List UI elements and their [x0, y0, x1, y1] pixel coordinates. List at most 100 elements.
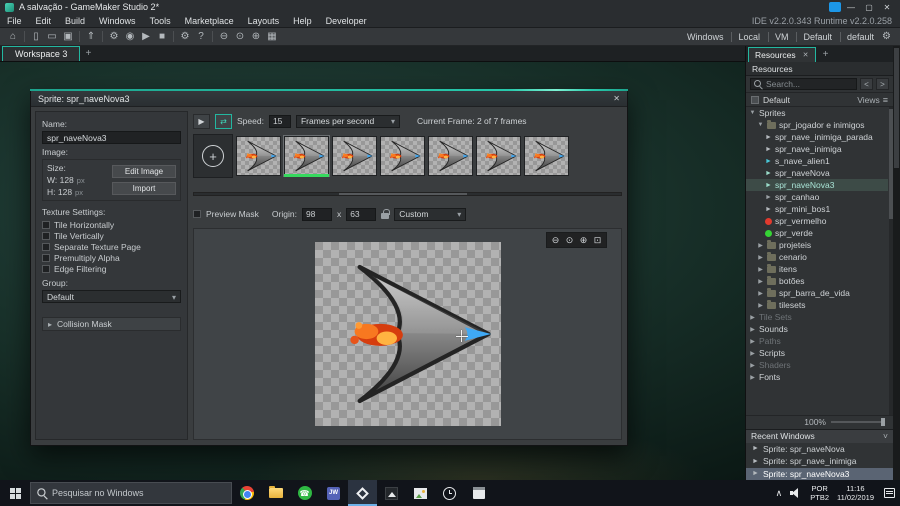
recent-window-sprite-spr-navenova3[interactable]: ► Sprite: spr_naveNova3: [746, 467, 893, 480]
lock-icon[interactable]: [381, 209, 390, 219]
tree-zoom-slider[interactable]: [831, 418, 885, 426]
clock-icon[interactable]: [435, 480, 464, 506]
tree-item-s-nave-alien1[interactable]: ► s_nave_alien1: [746, 155, 888, 167]
chevron-right-icon[interactable]: ▶: [757, 266, 764, 273]
menu-build[interactable]: Build: [58, 16, 92, 26]
target-options-icon[interactable]: ⚙: [882, 31, 891, 42]
sprite-canvas[interactable]: [193, 228, 622, 440]
debug-icon[interactable]: ◉: [122, 30, 138, 44]
add-panel-tab-button[interactable]: [818, 47, 834, 62]
new-file-icon[interactable]: ▯: [28, 30, 44, 44]
tree-item-scripts[interactable]: ▶ Scripts: [746, 347, 888, 359]
tree-item-spr-nave-inimiga-parada[interactable]: ► spr_nave_inimiga_parada: [746, 131, 888, 143]
action-center-icon[interactable]: [884, 488, 895, 498]
close-button[interactable]: [879, 1, 895, 13]
frame-thumbnail-0[interactable]: [236, 136, 281, 176]
recent-window-sprite-spr-navenova[interactable]: ► Sprite: spr_naveNova: [746, 443, 893, 456]
chevron-right-icon[interactable]: ▶: [757, 278, 764, 285]
search-input[interactable]: Search...: [750, 78, 857, 90]
tree-item-spr-nave-inimiga[interactable]: ► spr_nave_inimiga: [746, 143, 888, 155]
recent-window-sprite-spr-nave-inimiga[interactable]: ► Sprite: spr_nave_inimiga: [746, 455, 893, 468]
play-button[interactable]: [193, 113, 210, 129]
windows-layout-icon[interactable]: ▦: [264, 30, 280, 44]
taskbar-search-input[interactable]: Pesquisar no Windows: [30, 482, 232, 504]
target-default[interactable]: Default: [796, 31, 834, 42]
preview-mask-checkbox[interactable]: [193, 210, 201, 218]
run-gear-icon[interactable]: ⚙: [106, 30, 122, 44]
frame-thumbnail-3[interactable]: [380, 136, 425, 176]
tree-item-spr-vermelho[interactable]: spr_vermelho: [746, 215, 888, 227]
add-workspace-button[interactable]: [80, 46, 96, 61]
sprite-window-close-icon[interactable]: [613, 94, 620, 103]
speed-input[interactable]: 15: [268, 114, 291, 128]
settings-icon[interactable]: ⚙: [177, 30, 193, 44]
target-default[interactable]: default: [840, 31, 876, 42]
tree-item-paths[interactable]: ▶ Paths: [746, 335, 888, 347]
checkbox-separate-texture-page[interactable]: [42, 242, 50, 251]
menu-help[interactable]: Help: [286, 16, 319, 26]
chevron-right-icon[interactable]: ▶: [749, 326, 756, 333]
zoom-reset-icon[interactable]: [563, 234, 576, 246]
zoom-out-icon[interactable]: [549, 234, 562, 246]
chevron-right-icon[interactable]: ▶: [757, 242, 764, 249]
frames-scrollbar[interactable]: [193, 192, 622, 196]
tree-item-spr-navenova3[interactable]: ► spr_naveNova3: [746, 179, 888, 191]
tree-item-spr-jogador-e-inimigos[interactable]: ▼ spr_jogador e inimigos: [746, 119, 888, 131]
menu-file[interactable]: File: [0, 16, 29, 26]
whatsapp-icon[interactable]: ☎: [290, 480, 319, 506]
tree-item-spr-canhao[interactable]: ► spr_canhao: [746, 191, 888, 203]
zoom-in-icon[interactable]: ⊕: [248, 30, 264, 44]
language-indicator[interactable]: POR PTB2: [810, 484, 829, 502]
add-frame-button[interactable]: [193, 134, 233, 178]
frame-thumbnail-4[interactable]: [428, 136, 473, 176]
chevron-right-icon[interactable]: ▶: [757, 302, 764, 309]
gamemaker-studio-icon[interactable]: [348, 480, 377, 506]
views-selector[interactable]: Views: [857, 95, 888, 105]
app-titlebar[interactable]: A salvação - GameMaker Studio 2*: [0, 0, 900, 14]
chevron-down-icon[interactable]: ▼: [749, 110, 756, 116]
loop-mode-button[interactable]: [215, 113, 232, 129]
menu-layouts[interactable]: Layouts: [241, 16, 287, 26]
frame-thumbnail-1[interactable]: [283, 135, 330, 177]
save-all-icon[interactable]: ▣: [60, 30, 76, 44]
tree-item-tile-sets[interactable]: ▶ Tile Sets: [746, 311, 888, 323]
chevron-right-icon[interactable]: ▶: [749, 350, 756, 357]
frame-thumbnail-2[interactable]: [332, 136, 377, 176]
frame-thumbnail-5[interactable]: [476, 136, 521, 176]
navigate-forward-button[interactable]: [876, 78, 889, 90]
chrome-icon[interactable]: [232, 480, 261, 506]
tab-resources[interactable]: Resources: [748, 47, 816, 62]
tree-item-projeteis[interactable]: ▶ projeteis: [746, 239, 888, 251]
file-explorer-icon[interactable]: [261, 480, 290, 506]
tree-item-sprites[interactable]: ▼ Sprites: [746, 107, 888, 119]
update-notification-icon[interactable]: [829, 2, 841, 12]
zoom-in-icon[interactable]: [577, 234, 590, 246]
menu-tools[interactable]: Tools: [143, 16, 178, 26]
checkbox-tile-horizontally[interactable]: [42, 220, 50, 229]
jw-library-icon[interactable]: JW: [319, 480, 348, 506]
photos-dark-icon[interactable]: [377, 480, 406, 506]
speed-unit-dropdown[interactable]: Frames per second: [295, 114, 400, 128]
tree-item-bot-es[interactable]: ▶ botões: [746, 275, 888, 287]
stop-icon[interactable]: ■: [154, 30, 170, 44]
close-resources-tab-icon[interactable]: [803, 51, 809, 59]
target-vm[interactable]: VM: [767, 31, 791, 42]
sprite-name-input[interactable]: spr_naveNova3: [42, 131, 181, 144]
zoom-out-icon[interactable]: ⊖: [216, 30, 232, 44]
menu-developer[interactable]: Developer: [319, 16, 374, 26]
home-icon[interactable]: ⌂: [5, 30, 21, 44]
project-root-label[interactable]: Default: [763, 95, 790, 105]
chevron-down-icon[interactable]: ▼: [757, 122, 764, 128]
chevron-right-icon[interactable]: ▶: [757, 290, 764, 297]
tree-item-spr-navenova[interactable]: ► spr_naveNova: [746, 167, 888, 179]
frame-thumbnail-6[interactable]: [524, 136, 569, 176]
navigate-back-button[interactable]: [860, 78, 873, 90]
checkbox-premultiply-alpha[interactable]: [42, 253, 50, 262]
zoom-actual-icon[interactable]: ⊙: [232, 30, 248, 44]
checkbox-edge-filtering[interactable]: [42, 264, 50, 273]
import-button[interactable]: Import: [112, 182, 176, 195]
tree-item-sounds[interactable]: ▶ Sounds: [746, 323, 888, 335]
menu-windows[interactable]: Windows: [92, 16, 143, 26]
checkbox-tile-vertically[interactable]: [42, 231, 50, 240]
edit-image-button[interactable]: Edit Image: [112, 165, 176, 178]
